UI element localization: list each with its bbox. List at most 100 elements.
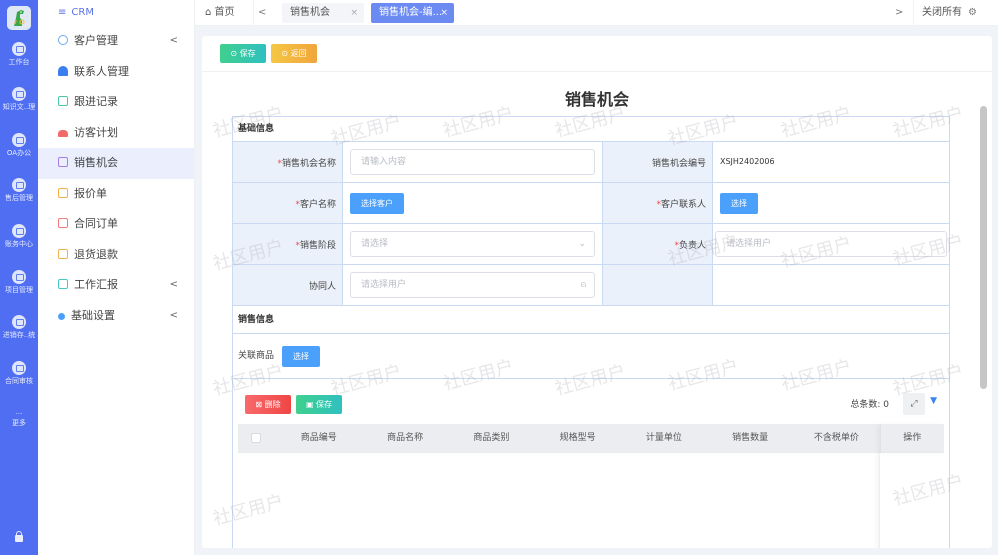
rail-item-contract-review[interactable]: 合同审核	[0, 361, 38, 386]
tabs-scroll-right-button[interactable]: >	[895, 0, 903, 26]
sidebar-item-label: 报价单	[74, 186, 107, 200]
rail-item-label: 账务中心	[5, 240, 33, 248]
dinosaur-logo-icon	[7, 6, 31, 30]
save-products-button[interactable]: ▣ 保存	[296, 395, 342, 414]
tab-label: 销售机会	[290, 7, 330, 18]
tab-opportunity[interactable]: 销售机会 ×	[282, 3, 364, 23]
sidebar-item-refund[interactable]: 退货退款	[38, 240, 194, 271]
rail-item-oa[interactable]: OA办公	[0, 133, 38, 158]
lock-icon[interactable]	[15, 531, 23, 542]
rail-item-label: 知识文..理	[2, 103, 36, 111]
filter-icon[interactable]: ▼	[930, 396, 937, 406]
page-title: 销售机会	[564, 90, 629, 109]
sidebar-header[interactable]: ≡ CRM	[38, 0, 194, 26]
sidebar-item-quote[interactable]: 报价单	[38, 179, 194, 210]
placeholder: 请选择用户	[361, 280, 407, 290]
sidebar-item-label: 访客计划	[74, 125, 118, 139]
collaborator-cell: 请选择用户 ⍝	[342, 264, 603, 306]
rail-item-projects[interactable]: 项目管理	[0, 270, 38, 295]
rail-item-finance[interactable]: 账务中心	[0, 224, 38, 249]
close-all-tabs-button[interactable]: 关闭所有	[913, 0, 962, 26]
label-text: 销售阶段	[299, 240, 336, 251]
close-icon[interactable]: ×	[350, 3, 358, 23]
owner-cell: 请选择用户	[712, 223, 950, 265]
rail-item-after-sales[interactable]: 售后管理	[0, 178, 38, 203]
menu-icon[interactable]: ≡	[58, 0, 66, 26]
gear-icon[interactable]: ⚙	[968, 0, 977, 26]
opportunity-icon	[58, 157, 68, 167]
rail-more[interactable]: ··· 更多	[0, 410, 38, 428]
products-toolbar: ⊠ 删除 ▣ 保存 总条数: 0 ⤢ ▼	[233, 379, 949, 419]
column-header[interactable]: 不含税单价	[793, 424, 879, 453]
column-header[interactable]: 规格型号	[534, 424, 620, 453]
contact-label: *客户联系人	[602, 182, 713, 224]
monitor-icon	[12, 178, 26, 192]
sidebar-item-visit-plan[interactable]: 访客计划	[38, 118, 194, 149]
rail-item-workbench[interactable]: 工作台	[0, 42, 38, 67]
app-logo[interactable]	[7, 6, 31, 30]
sidebar-title: CRM	[71, 7, 94, 18]
expand-icon[interactable]: ⤢	[903, 393, 925, 415]
rail-item-inventory[interactable]: 进销存..统	[0, 315, 38, 340]
select-customer-button[interactable]: 选择客户	[350, 192, 404, 214]
label-text: 协同人	[308, 281, 336, 292]
sidebar-item-contract[interactable]: 合同订单	[38, 209, 194, 240]
module-sidebar: ≡ CRM 客户管理 < 联系人管理 跟进记录 访客计划 销售机会 报价单 合同订…	[38, 0, 195, 555]
monitor-icon	[12, 87, 26, 101]
refund-icon	[58, 248, 68, 259]
monitor-icon	[12, 133, 26, 147]
customer-label: *客户名称	[232, 182, 343, 224]
customer-cell: 选择客户	[342, 182, 603, 224]
column-header[interactable]: 计量单位	[621, 424, 707, 453]
settings-icon	[58, 312, 65, 320]
label-text: 客户联系人	[660, 199, 706, 210]
tabs-scroll-left-button[interactable]: <	[253, 0, 266, 26]
select-all-checkbox[interactable]	[238, 424, 276, 453]
back-button[interactable]: ⊙ 返回	[271, 44, 317, 63]
sidebar-item-opportunity[interactable]: 销售机会	[38, 148, 194, 179]
more-dots-icon: ···	[15, 410, 23, 418]
sidebar-item-settings[interactable]: 基础设置 <	[38, 301, 194, 332]
vertical-scrollbar[interactable]	[980, 106, 987, 389]
followup-icon	[58, 96, 68, 106]
column-header[interactable]: 商品编号	[276, 424, 362, 453]
basic-info-table: *销售机会名称 请输入内容 销售机会编号 XSJH2402006 *客户名称 选…	[232, 141, 950, 306]
label-text: 客户名称	[299, 199, 336, 210]
stage-cell: 请选择 ⌄	[342, 223, 603, 265]
rail-item-label: 合同审核	[5, 377, 33, 385]
owner-user-input[interactable]: 请选择用户	[715, 231, 947, 257]
select-contact-button[interactable]: 选择	[720, 192, 758, 214]
contract-icon	[58, 218, 68, 228]
user-icon: ⍝	[580, 280, 586, 290]
rail-item-label: 项目管理	[5, 286, 33, 294]
name-label: *销售机会名称	[232, 141, 343, 183]
opportunity-name-input[interactable]: 请输入内容	[350, 149, 595, 175]
sidebar-item-customers[interactable]: 客户管理 <	[38, 26, 194, 57]
sidebar-item-contacts[interactable]: 联系人管理	[38, 57, 194, 88]
chevron-left-icon: <	[169, 309, 178, 321]
column-header[interactable]: 商品类别	[448, 424, 534, 453]
label-text: 销售机会名称	[281, 158, 336, 169]
rail-item-knowledge[interactable]: 知识文..理	[0, 87, 38, 112]
sales-info-section-title: 销售信息	[233, 306, 949, 334]
sidebar-item-followup[interactable]: 跟进记录	[38, 87, 194, 118]
contact-icon	[58, 65, 68, 76]
close-icon[interactable]: ×	[440, 3, 448, 23]
tab-opportunity-edit[interactable]: 销售机会-编... ×	[371, 3, 454, 23]
collaborator-label: 协同人	[232, 264, 343, 306]
sidebar-item-report[interactable]: 工作汇报 <	[38, 270, 194, 301]
customer-icon	[58, 35, 68, 45]
form-scroll-area: 基础信息 *销售机会名称 请输入内容 销售机会编号 XSJH2402006 *客…	[232, 116, 950, 548]
sales-stage-select[interactable]: 请选择 ⌄	[350, 231, 595, 257]
column-header[interactable]: 销售数量	[707, 424, 793, 453]
checkbox[interactable]	[251, 433, 261, 443]
delete-button[interactable]: ⊠ 删除	[245, 395, 291, 414]
owner-label: *负责人	[602, 223, 713, 265]
monitor-icon	[12, 270, 26, 284]
save-button[interactable]: ⊙ 保存	[220, 44, 266, 63]
collaborator-user-input[interactable]: 请选择用户 ⍝	[350, 272, 595, 298]
tab-home[interactable]: ⌂ 首页	[205, 0, 235, 26]
select-products-button[interactable]: 选择	[282, 346, 320, 367]
home-icon: ⌂	[205, 7, 212, 18]
column-header[interactable]: 商品名称	[362, 424, 448, 453]
